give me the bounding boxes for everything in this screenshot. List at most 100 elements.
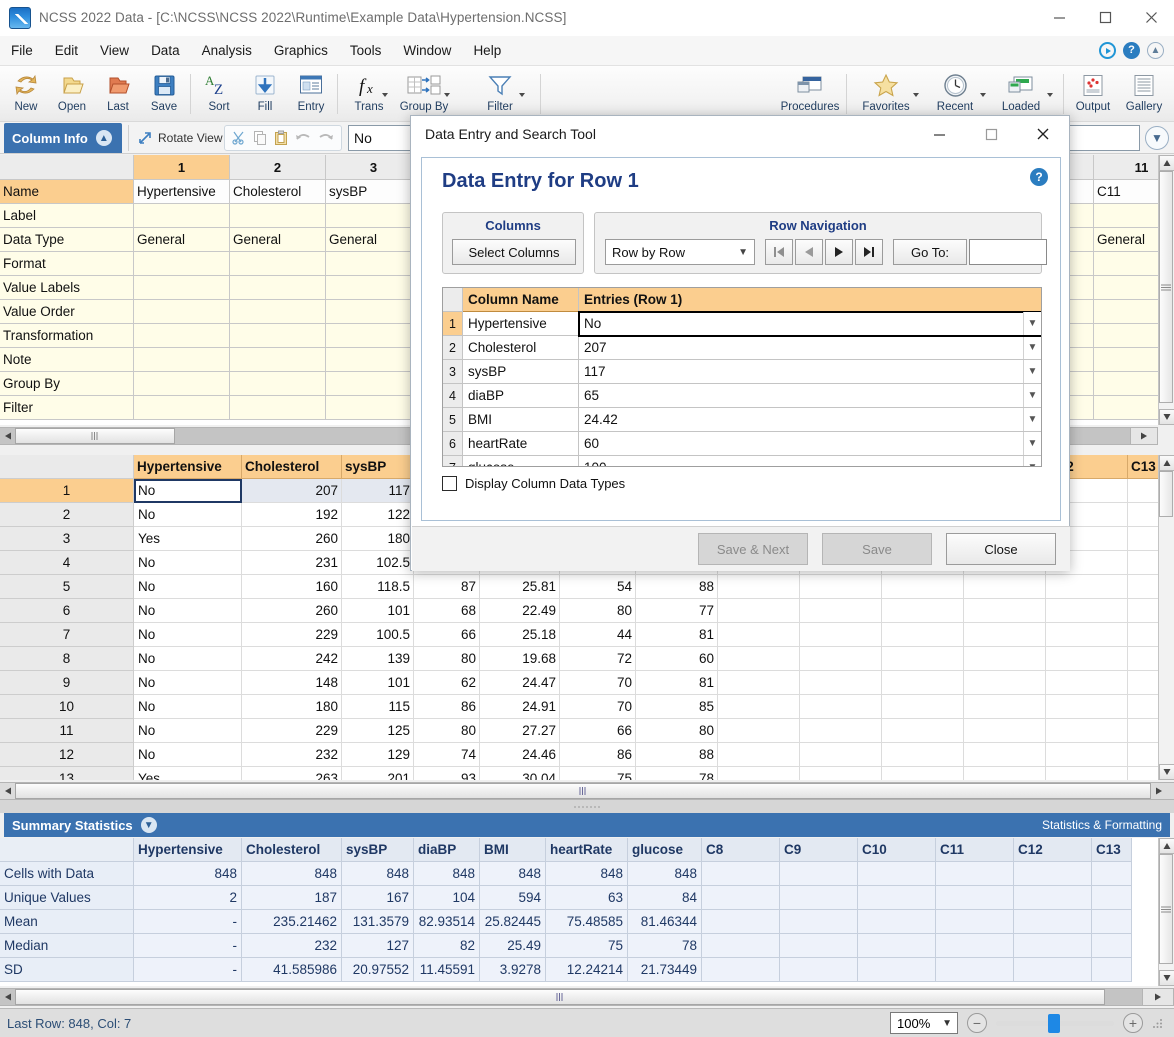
- copy-icon[interactable]: [252, 130, 268, 146]
- dg-cell[interactable]: 139: [342, 647, 414, 671]
- ss-column-header[interactable]: diaBP: [414, 838, 480, 862]
- statistics-formatting-link[interactable]: Statistics & Formatting: [1042, 818, 1170, 832]
- ci-column-header[interactable]: 1: [134, 155, 230, 180]
- dlg-column-name-cell[interactable]: sysBP: [463, 360, 579, 384]
- nav-first-row-button[interactable]: [765, 239, 793, 265]
- dlg-row-number[interactable]: 2: [443, 336, 463, 360]
- toolbar-procedures[interactable]: Procedures: [781, 70, 839, 120]
- ss-column-header[interactable]: C13: [1092, 838, 1132, 862]
- chevron-down-icon[interactable]: ▼: [1023, 336, 1041, 359]
- dg-cell[interactable]: [882, 767, 964, 780]
- nav-previous-row-button[interactable]: [795, 239, 823, 265]
- dlg-row-number[interactable]: 5: [443, 408, 463, 432]
- dg-cell[interactable]: [964, 575, 1046, 599]
- ci-row-label[interactable]: Name: [0, 180, 134, 204]
- loaded-dropdown-caret-icon[interactable]: [1047, 93, 1053, 97]
- ci-cell[interactable]: [1094, 300, 1158, 324]
- dg-cell[interactable]: [1128, 647, 1158, 671]
- menu-data[interactable]: Data: [140, 39, 191, 62]
- ci-cell[interactable]: [230, 372, 326, 396]
- dg-cell[interactable]: [964, 695, 1046, 719]
- ci-cell[interactable]: [326, 396, 422, 420]
- group-by-dropdown-caret-icon[interactable]: [444, 93, 450, 97]
- dg-cell[interactable]: [718, 767, 800, 780]
- dg-cell[interactable]: 101: [342, 671, 414, 695]
- chevron-down-icon[interactable]: ▼: [1023, 408, 1041, 431]
- dg-cell[interactable]: No: [134, 623, 242, 647]
- collapse-ribbon-icon[interactable]: ▲: [1147, 42, 1164, 59]
- ci-cell[interactable]: C11: [1094, 180, 1158, 204]
- dlg-entry-value-cell[interactable]: 65 ▼: [579, 384, 1041, 408]
- data-scroll-up-arrow-icon[interactable]: [1158, 455, 1174, 471]
- dialog-help-icon[interactable]: ?: [1030, 168, 1048, 186]
- menu-graphics[interactable]: Graphics: [263, 39, 339, 62]
- dg-cell[interactable]: [882, 671, 964, 695]
- ci-cell[interactable]: [326, 300, 422, 324]
- dg-row-number[interactable]: 3: [0, 527, 134, 551]
- ci-cell[interactable]: Hypertensive: [134, 180, 230, 204]
- dg-cell[interactable]: [1046, 767, 1128, 780]
- dg-cell[interactable]: 19.68: [480, 647, 560, 671]
- zoom-slider[interactable]: [996, 1013, 1114, 1033]
- ci-cell[interactable]: [326, 204, 422, 228]
- ci-cell[interactable]: [230, 300, 326, 324]
- dg-cell[interactable]: 44: [560, 623, 636, 647]
- dg-cell[interactable]: 260: [242, 527, 342, 551]
- dg-cell[interactable]: 101: [342, 599, 414, 623]
- dg-cell[interactable]: 87: [414, 575, 480, 599]
- column-info-vscroll-thumb[interactable]: [1158, 171, 1173, 403]
- dg-row-number[interactable]: 9: [0, 671, 134, 695]
- data-scroll-left-arrow-icon[interactable]: [0, 783, 15, 799]
- dg-cell[interactable]: 125: [342, 719, 414, 743]
- display-column-data-types-checkbox[interactable]: [442, 476, 457, 491]
- ci-cell[interactable]: [1094, 348, 1158, 372]
- dg-cell[interactable]: [1046, 647, 1128, 671]
- menu-help[interactable]: Help: [462, 39, 512, 62]
- dg-cell[interactable]: 80: [636, 719, 718, 743]
- dg-cell[interactable]: No: [134, 671, 242, 695]
- dg-cell[interactable]: [800, 695, 882, 719]
- dlg-entry-value-cell[interactable]: 207 ▼: [579, 336, 1041, 360]
- ci-cell[interactable]: [326, 348, 422, 372]
- dlg-row-number[interactable]: 7: [443, 456, 463, 466]
- dg-cell[interactable]: 88: [636, 575, 718, 599]
- ci-cell[interactable]: [134, 324, 230, 348]
- dg-cell[interactable]: 229: [242, 623, 342, 647]
- dg-cell[interactable]: 75: [560, 767, 636, 780]
- ci-cell[interactable]: [134, 300, 230, 324]
- summary-scroll-left-arrow-icon[interactable]: [0, 989, 15, 1005]
- dg-cell[interactable]: [1128, 719, 1158, 743]
- dg-cell[interactable]: [1046, 623, 1128, 647]
- dg-cell[interactable]: 74: [414, 743, 480, 767]
- dg-cell[interactable]: No: [134, 647, 242, 671]
- dg-cell[interactable]: 80: [414, 719, 480, 743]
- dg-row-number[interactable]: 2: [0, 503, 134, 527]
- summary-vscroll-track[interactable]: [1158, 854, 1174, 970]
- dg-cell[interactable]: 232: [242, 743, 342, 767]
- toolbar-output[interactable]: Output: [1069, 70, 1117, 120]
- go-to-label-button[interactable]: Go To:: [893, 239, 967, 265]
- dialog-minimize-button[interactable]: [913, 116, 965, 152]
- dg-cell[interactable]: 72: [560, 647, 636, 671]
- dg-cell[interactable]: [800, 647, 882, 671]
- dg-cell[interactable]: 260: [242, 599, 342, 623]
- dg-cell[interactable]: [718, 623, 800, 647]
- scroll-up-arrow-icon[interactable]: [1158, 155, 1174, 171]
- chevron-down-icon[interactable]: ▼: [140, 817, 157, 833]
- ss-column-header[interactable]: Cholesterol: [242, 838, 342, 862]
- chevron-down-icon[interactable]: ▼: [1023, 360, 1041, 383]
- ci-cell[interactable]: [326, 252, 422, 276]
- ci-row-label[interactable]: Value Order: [0, 300, 134, 324]
- dg-cell[interactable]: [882, 623, 964, 647]
- rotate-view-button[interactable]: Rotate View: [128, 125, 230, 151]
- scroll-down-arrow-icon[interactable]: [1158, 409, 1174, 425]
- ci-cell[interactable]: [1094, 372, 1158, 396]
- dg-cell[interactable]: 242: [242, 647, 342, 671]
- toolbar-fill[interactable]: Fill: [241, 70, 289, 120]
- dg-cell[interactable]: 25.18: [480, 623, 560, 647]
- toolbar-open[interactable]: Open: [48, 70, 96, 120]
- dlg-entry-value-cell[interactable]: No ▼: [578, 311, 1041, 337]
- dg-cell[interactable]: 70: [560, 671, 636, 695]
- dlg-entry-value-cell[interactable]: 100▼: [579, 456, 1041, 466]
- dg-cell[interactable]: No: [134, 719, 242, 743]
